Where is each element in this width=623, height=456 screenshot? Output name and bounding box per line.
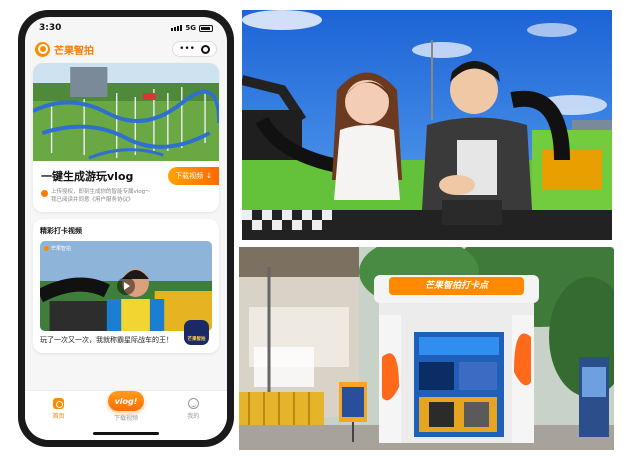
battery-icon [199,24,213,32]
featured-video-card: 精彩打卡视频 芒果智拍 玩了一次又一次，我就称霸星际战车的王！ 芒果智拍 [33,218,219,353]
video-thumbnail[interactable]: 芒果智拍 [40,240,212,331]
tab-mine-label: 我的 [187,413,200,420]
featured-title: 精彩打卡视频 [40,226,82,235]
app-header: 芒果智拍 ••• [25,39,227,61]
tab-home[interactable]: 首页 [34,398,84,420]
app-name: 芒果智拍 [54,45,94,57]
consent-text: 上传授权，即刻生成你的智能专属vlog～ 我已阅读并同意《用户服务协议》 [51,189,151,205]
home-icon [53,398,65,409]
couple-on-ride-scene [242,10,612,240]
consent-row[interactable]: 上传授权，即刻生成你的智能专属vlog～ 我已阅读并同意《用户服务协议》 [33,189,219,212]
status-indicators: 5G [171,24,213,32]
signal-icon [171,25,183,31]
app-logo-icon [35,41,50,57]
vlog-button[interactable]: vlog! [107,391,144,411]
hero-title: 一键生成游玩vlog [41,170,134,183]
consent-checkbox[interactable] [41,190,48,197]
consent-line-2[interactable]: 我已阅读并同意《用户服务协议》 [51,197,134,203]
hero-card: 一键生成游玩vlog 下载视频 ↓ 上传授权，即刻生成你的智能专属vlog～ 我… [33,63,219,212]
brand: 芒果智拍 [35,41,94,57]
tab-mine[interactable]: 我的 [168,398,218,420]
hero-row: 一键生成游玩vlog 下载视频 ↓ [33,161,219,189]
thumb-badge: 芒果智拍 [44,245,71,252]
status-time: 3:30 [39,23,62,33]
download-video-button[interactable]: 下载视频 ↓ [168,167,219,185]
roller-coaster-image [33,63,219,161]
floating-brand-badge[interactable]: 芒果智拍 [184,319,209,345]
phone-frame: 3:30 5G 芒果智拍 ••• 一键生成游玩vlog 下载视频 ↓ 上传授权，… [18,10,234,447]
download-arrow-icon: ↓ [206,172,212,180]
photo-booth-photo: 芒果智拍打卡点 [239,247,614,450]
close-target-icon[interactable] [201,44,210,54]
booth-sign-text: 芒果智拍打卡点 [424,281,488,291]
play-icon[interactable] [117,276,135,295]
tab-download[interactable]: vlog! 下载视频 [101,391,151,422]
ellipsis-icon[interactable]: ••• [179,44,195,54]
home-indicator [93,432,159,435]
download-label: 下载视频 [175,172,204,180]
tab-home-label: 首页 [52,413,65,420]
couple-on-ride-photo [242,10,612,240]
network-label: 5G [185,24,196,32]
tab-download-label: 下载视频 [113,415,138,422]
phone-screen: 3:30 5G 芒果智拍 ••• 一键生成游玩vlog 下载视频 ↓ 上传授权，… [25,17,227,440]
profile-icon [187,398,199,409]
mini-program-capsule: ••• [172,41,217,57]
consent-line-1: 上传授权，即刻生成你的智能专属vlog～ [51,189,151,195]
status-bar: 3:30 5G [25,17,227,39]
